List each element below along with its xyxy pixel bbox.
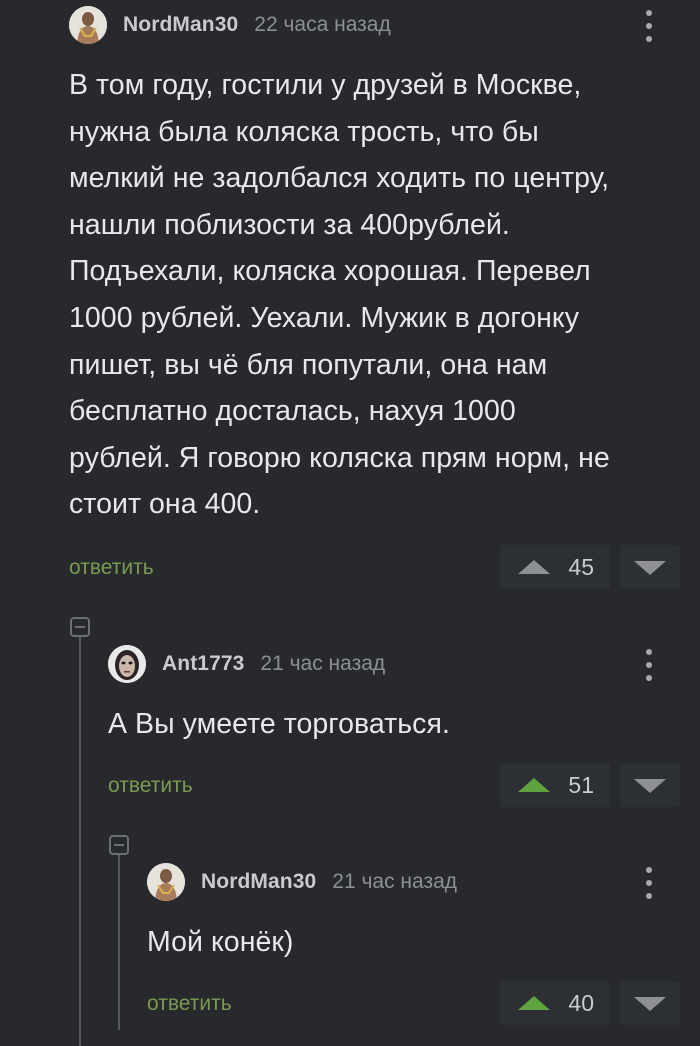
avatar[interactable] — [147, 863, 185, 901]
thread-line — [118, 855, 120, 1030]
comment-text: В том году, гостили у друзей в Москве, н… — [69, 69, 610, 521]
rating-count: 40 — [568, 989, 594, 1016]
thread-line — [79, 637, 81, 1046]
rating-count: 51 — [568, 771, 594, 798]
downvote-button[interactable] — [620, 545, 680, 589]
downvote-button[interactable] — [620, 763, 680, 807]
timestamp[interactable]: 22 часа назад — [254, 13, 390, 37]
arrow-down-icon — [634, 561, 666, 575]
reply-link[interactable]: ответить — [108, 774, 193, 798]
reply-link[interactable]: ответить — [147, 992, 232, 1016]
comment-text: Мой конёк) — [147, 926, 294, 958]
comment-header: Ant1773 21 час назад — [108, 644, 385, 684]
more-vertical-icon[interactable] — [642, 647, 656, 683]
arrow-down-icon — [634, 997, 666, 1011]
arrow-down-icon — [634, 779, 666, 793]
username[interactable]: NordMan30 — [123, 13, 238, 37]
arrow-up-icon[interactable] — [518, 778, 550, 792]
comment-text: А Вы умеете торговаться. — [108, 708, 450, 740]
more-vertical-icon[interactable] — [642, 8, 656, 44]
arrow-up-icon[interactable] — [518, 560, 550, 574]
username[interactable]: Ant1773 — [162, 652, 244, 676]
collapse-thread-icon[interactable] — [109, 835, 129, 855]
rating-count: 45 — [568, 553, 594, 580]
rating-box: 40 — [500, 981, 610, 1025]
reply-link[interactable]: ответить — [69, 556, 154, 580]
collapse-thread-icon[interactable] — [70, 617, 90, 637]
avatar[interactable] — [69, 6, 107, 44]
timestamp[interactable]: 21 час назад — [260, 652, 385, 676]
arrow-up-icon[interactable] — [518, 996, 550, 1010]
rating-box: 45 — [500, 545, 610, 589]
timestamp[interactable]: 21 час назад — [332, 870, 457, 894]
rating-box: 51 — [500, 763, 610, 807]
username[interactable]: NordMan30 — [201, 870, 316, 894]
downvote-button[interactable] — [620, 981, 680, 1025]
comment-header: NordMan30 22 часа назад — [69, 5, 391, 45]
more-vertical-icon[interactable] — [642, 865, 656, 901]
comment-header: NordMan30 21 час назад — [147, 862, 457, 902]
avatar[interactable] — [108, 645, 146, 683]
